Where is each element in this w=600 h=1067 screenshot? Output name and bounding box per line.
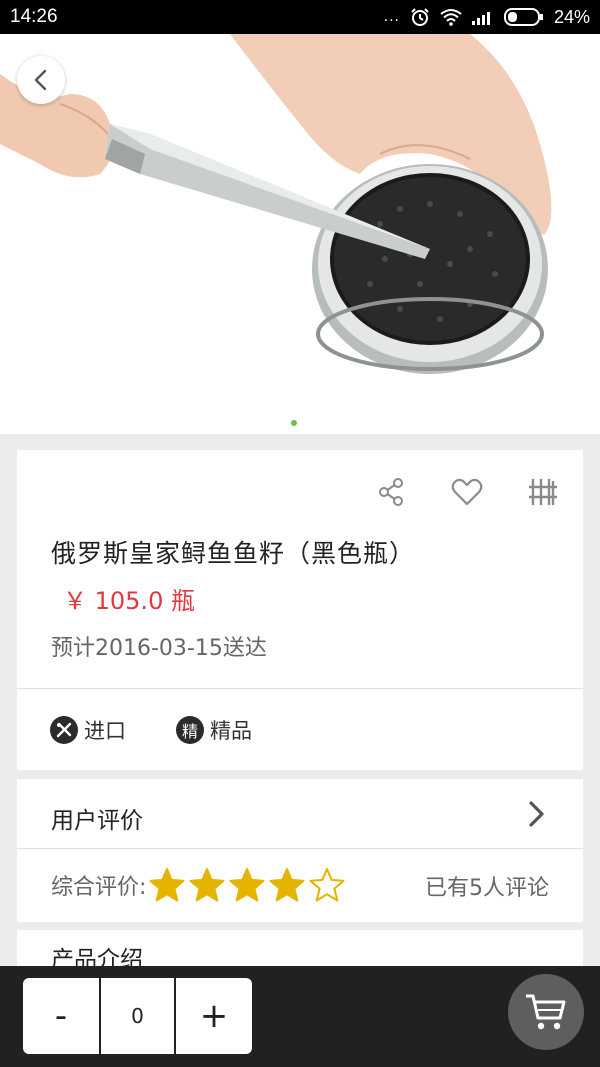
share-icon	[379, 478, 403, 506]
status-bar: 14:26 ... 24%	[0, 0, 600, 34]
import-tools-icon	[50, 716, 78, 744]
share-button[interactable]	[371, 472, 411, 512]
review-count: 已有5人评论	[425, 876, 549, 901]
star-filled-icon	[269, 868, 305, 902]
product-title: 俄罗斯皇家鲟鱼鱼籽（黑色瓶）	[51, 539, 416, 568]
decrease-button[interactable]: -	[23, 978, 99, 1054]
overall-rating: 综合评价:	[51, 867, 346, 903]
star-filled-icon	[149, 868, 185, 902]
delivery-estimate: 预计2016-03-15送达	[51, 636, 267, 661]
tag-premium: 精 精品	[176, 715, 252, 745]
alarm-icon	[411, 8, 429, 26]
quantity-stepper: - 0 +	[23, 978, 252, 1054]
cart-button[interactable]	[508, 974, 584, 1050]
reviews-card[interactable]: 用户评价 综合评价: 已有5人评论	[17, 779, 583, 922]
wifi-icon	[440, 9, 462, 26]
tag-label: 精品	[210, 719, 252, 743]
product-detail-screen: 14:26 ... 24% 俄罗斯皇家鲟鱼鱼籽（黑色瓶） ￥ 105.0 瓶 预…	[0, 0, 600, 1067]
heart-icon	[451, 478, 483, 506]
divider	[17, 688, 583, 689]
overall-label: 综合评价:	[51, 875, 147, 900]
carousel-indicator	[291, 420, 297, 426]
premium-badge-icon: 精	[176, 716, 204, 744]
star-empty-icon	[309, 868, 345, 902]
status-icons: ... 24%	[384, 5, 590, 29]
reviews-title: 用户评价	[51, 808, 143, 834]
tag-label: 进口	[84, 719, 126, 743]
back-button[interactable]	[17, 56, 65, 104]
cart-icon	[526, 994, 566, 1030]
chevron-left-icon	[34, 69, 47, 91]
compare-button[interactable]	[523, 472, 563, 512]
signal-icon	[471, 12, 490, 25]
product-actions	[371, 472, 563, 512]
battery-percent: 24%	[553, 6, 590, 27]
divider	[17, 848, 583, 849]
more-dots: ...	[383, 8, 400, 25]
star-filled-icon	[189, 868, 225, 902]
product-price: ￥ 105.0 瓶	[63, 587, 195, 615]
grid-icon	[529, 479, 557, 505]
bottom-cart-bar: - 0 +	[0, 966, 600, 1067]
increase-button[interactable]: +	[176, 978, 252, 1054]
quantity-value[interactable]: 0	[99, 978, 176, 1054]
rating-stars	[148, 867, 346, 903]
star-filled-icon	[229, 868, 265, 902]
favorite-button[interactable]	[447, 472, 487, 512]
product-image-carousel[interactable]	[0, 34, 600, 434]
status-time: 14:26	[10, 6, 58, 27]
chevron-right-icon[interactable]	[521, 799, 551, 829]
product-tags: 进口 精 精品	[50, 715, 252, 745]
caviar-photo	[0, 34, 600, 434]
product-info-card: 俄罗斯皇家鲟鱼鱼籽（黑色瓶） ￥ 105.0 瓶 预计2016-03-15送达 …	[17, 450, 583, 770]
tag-imported: 进口	[50, 715, 126, 745]
battery-icon	[503, 8, 543, 26]
